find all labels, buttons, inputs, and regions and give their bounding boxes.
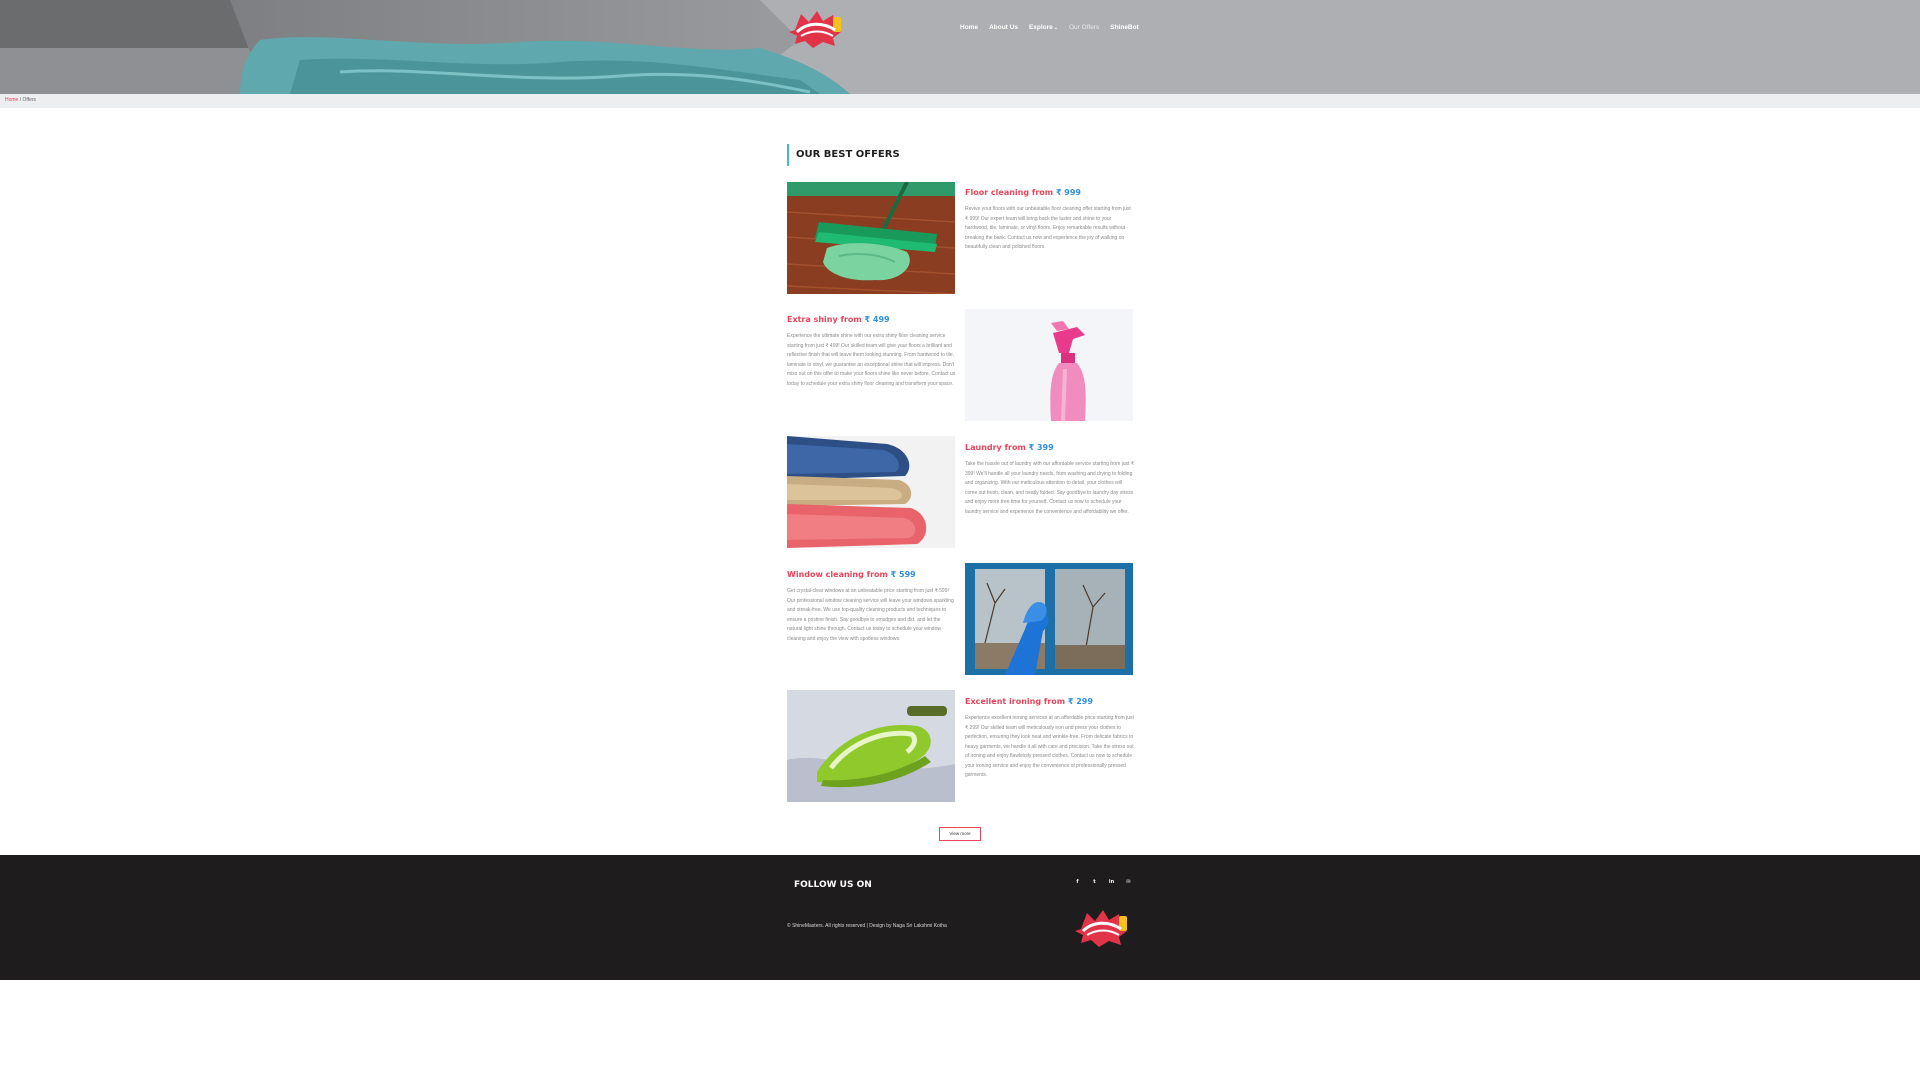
offer-description: Take the hassle out of laundry with our … [965, 461, 1135, 515]
offer-title: Floor cleaning from ₹ 999 [965, 188, 1135, 197]
email-icon[interactable]: ✉ [1125, 879, 1132, 886]
copyright-text: © ShineMasters. All rights reserved | De… [787, 923, 947, 929]
offer-description: Experience the ultimate shine with our e… [787, 333, 956, 387]
nav-shinebot[interactable]: ShineBot [1110, 24, 1139, 31]
breadcrumb-home-link[interactable]: Home [5, 97, 18, 103]
offer-price: ₹ 299 [1067, 697, 1093, 706]
offer-description: Get crystal-clear windows at an unbeatab… [787, 588, 954, 642]
breadcrumb-bar: Home / Offers [0, 94, 1920, 108]
offer-title: Excellent ironing from ₹ 299 [965, 697, 1135, 706]
offer-description: Revive your floors with our unbeatable f… [965, 206, 1131, 250]
floor-cleaning-image [787, 182, 955, 294]
offer-title-label: Floor cleaning from [965, 188, 1054, 197]
view-more-button[interactable]: View more [939, 827, 981, 841]
offer-title-label: Window cleaning from [787, 570, 888, 579]
follow-us-heading: FOLLOW US ON [794, 880, 872, 890]
offer-title: Window cleaning from ₹ 599 [787, 570, 957, 579]
offer-title-label: Laundry from [965, 443, 1026, 452]
hero-header: Home About Us Explore⌄ Our Offers ShineB… [0, 0, 1920, 94]
window-cleaning-image [965, 563, 1133, 675]
section-title-wrap: OUR BEST OFFERS [787, 144, 900, 166]
social-links: f t in ✉ [1074, 879, 1132, 886]
offer-title: Laundry from ₹ 399 [965, 443, 1135, 452]
offer-title-label: Excellent ironing from [965, 697, 1066, 706]
twitter-icon[interactable]: t [1091, 879, 1098, 886]
offer-ironing: Excellent ironing from ₹ 299 Experience … [965, 697, 1135, 781]
offer-window-cleaning: Window cleaning from ₹ 599 Get crystal-c… [787, 570, 957, 644]
page-title: OUR BEST OFFERS [796, 149, 900, 160]
facebook-icon[interactable]: f [1074, 879, 1081, 886]
cleaning-logo-footer[interactable] [1073, 907, 1131, 949]
offer-price: ₹ 599 [890, 570, 916, 579]
nav-our-offers[interactable]: Our Offers [1069, 24, 1099, 31]
hero-background-image [0, 0, 1920, 94]
breadcrumb-separator: / [19, 97, 22, 103]
offer-description: Experience excellent ironing services at… [965, 715, 1134, 778]
offer-price: ₹ 499 [864, 315, 890, 324]
ironing-image [787, 690, 955, 802]
footer: FOLLOW US ON f t in ✉ © ShineMasters. Al… [0, 855, 1920, 980]
offer-extra-shiny: Extra shiny from ₹ 499 Experience the ul… [787, 315, 957, 389]
offer-price: ₹ 399 [1028, 443, 1054, 452]
offer-title: Extra shiny from ₹ 499 [787, 315, 957, 324]
linkedin-icon[interactable]: in [1108, 879, 1115, 886]
spray-bottle-image [965, 309, 1133, 421]
nav-home[interactable]: Home [960, 24, 978, 31]
chevron-down-icon: ⌄ [1053, 25, 1058, 31]
offer-floor-cleaning: Floor cleaning from ₹ 999 Revive your fl… [965, 188, 1135, 253]
main-nav: Home About Us Explore⌄ Our Offers ShineB… [960, 24, 1150, 31]
laundry-image [787, 436, 955, 548]
breadcrumb: Home / Offers [5, 97, 36, 103]
offer-title-label: Extra shiny from [787, 315, 862, 324]
nav-explore-label: Explore [1028, 24, 1053, 31]
offer-price: ₹ 999 [1055, 188, 1081, 197]
cleaning-logo[interactable] [787, 8, 845, 50]
offer-laundry: Laundry from ₹ 399 Take the hassle out o… [965, 443, 1135, 517]
breadcrumb-current: Offers [22, 97, 37, 103]
nav-explore[interactable]: Explore⌄ [1029, 24, 1058, 31]
nav-about-us[interactable]: About Us [989, 24, 1018, 31]
